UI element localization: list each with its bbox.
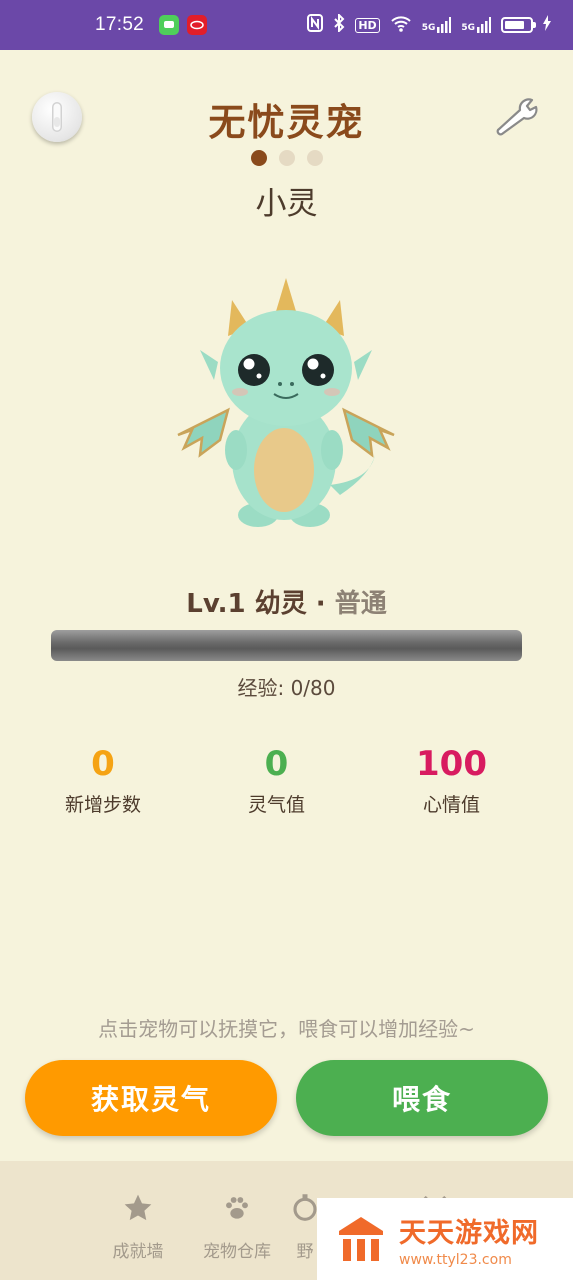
network-type-1: 5G xyxy=(421,23,436,33)
watermark-title: 天天游戏网 xyxy=(399,1217,539,1249)
wifi-icon xyxy=(390,14,412,36)
stat-aura-value: 0 xyxy=(264,744,289,784)
exp-label: 经验: 0/80 xyxy=(237,676,336,700)
stat-aura-label: 灵气值 xyxy=(247,794,305,816)
network-type-2: 5G xyxy=(461,23,475,33)
page-dot-3[interactable] xyxy=(306,150,323,166)
page-dot-2[interactable] xyxy=(278,150,295,166)
exp-progress-bar xyxy=(51,630,522,661)
bluetooth-icon xyxy=(333,12,345,36)
stat-mood-value: 100 xyxy=(416,744,487,784)
rarity-text: 普通 xyxy=(334,589,387,619)
nfc-icon xyxy=(307,14,324,36)
pet-name: 小灵 xyxy=(255,186,318,222)
page-indicator xyxy=(0,150,573,166)
stat-aura: 0 灵气值 xyxy=(189,742,364,817)
watermark-text: 天天游戏网 www.ttyl23.com xyxy=(399,1211,539,1268)
get-aura-button[interactable]: 获取灵气 xyxy=(25,1060,277,1136)
wrench-icon[interactable] xyxy=(492,96,540,136)
nav-item-achievements[interactable]: 成就墙 xyxy=(93,1189,183,1262)
pet-level: Lv.1 幼灵 · 普通 xyxy=(0,583,573,620)
stats-row: 0 新增步数 0 灵气值 100 心情值 xyxy=(0,742,573,817)
status-time: 17:52 xyxy=(95,14,145,35)
stat-steps-label: 新增步数 xyxy=(64,794,141,816)
timer-icon xyxy=(290,1189,320,1227)
page-dot-1[interactable] xyxy=(250,150,267,166)
level-text: Lv.1 幼灵 · xyxy=(186,589,335,619)
charging-icon xyxy=(543,15,551,35)
star-icon xyxy=(93,1189,183,1227)
nav-item-wild[interactable]: 野 xyxy=(290,1189,320,1262)
stat-mood: 100 心情值 xyxy=(364,742,539,817)
nav-item-pet-storage[interactable]: 宠物仓库 xyxy=(192,1189,282,1262)
stat-mood-label: 心情值 xyxy=(422,794,480,816)
nav-label-achievements: 成就墙 xyxy=(112,1242,164,1262)
status-bar: 17:52 HD 5G 5G xyxy=(0,0,573,50)
watermark-logo-icon xyxy=(339,1217,383,1261)
app-title: 无忧灵宠 xyxy=(208,101,365,144)
status-indicators: HD 5G 5G xyxy=(307,12,551,36)
watermark-url: www.ttyl23.com xyxy=(399,1251,512,1268)
battery-icon xyxy=(501,17,536,33)
feed-button[interactable]: 喂食 xyxy=(296,1060,548,1136)
stat-steps-value: 0 xyxy=(91,744,115,784)
nav-label-wild: 野 xyxy=(296,1242,314,1262)
signal-5g-icon-1: 5G xyxy=(422,17,452,33)
stat-steps: 0 新增步数 xyxy=(17,742,189,817)
hint-text: 点击宠物可以抚摸它，喂食可以增加经验~ xyxy=(98,1017,475,1041)
paw-icon xyxy=(192,1189,282,1227)
watermark: 天天游戏网 www.ttyl23.com xyxy=(317,1198,573,1280)
message-app-icon xyxy=(159,15,180,35)
signal-5g-icon-2: 5G xyxy=(461,17,491,33)
hd-badge: HD xyxy=(355,17,380,33)
pet-dragon-image[interactable] xyxy=(170,270,402,535)
nav-label-pet-storage: 宠物仓库 xyxy=(203,1242,271,1262)
notification-app-icon xyxy=(187,15,208,35)
